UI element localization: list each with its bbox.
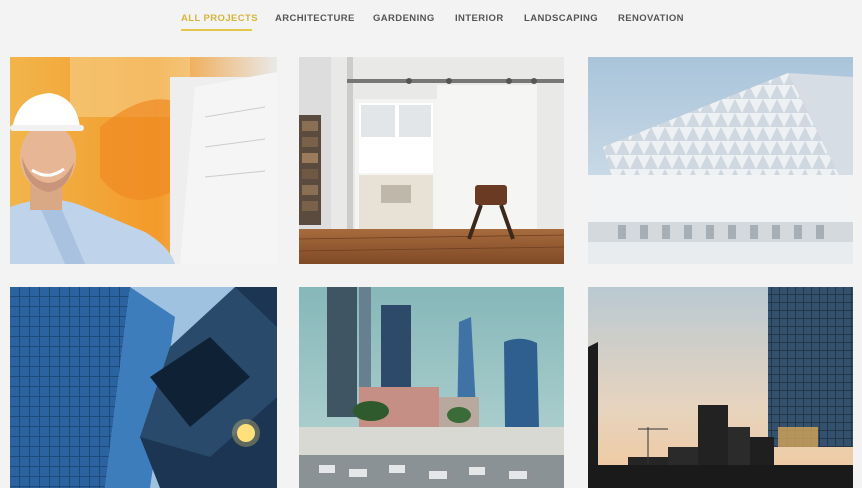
project-tile-modern-building[interactable] — [588, 57, 853, 264]
filter-all-projects[interactable]: ALL PROJECTS — [181, 13, 258, 24]
project-tile-interior[interactable] — [299, 57, 564, 264]
project-tile-engineer[interactable] — [10, 57, 277, 264]
filter-gardening[interactable]: GARDENING — [373, 13, 435, 24]
project-tile-skyline[interactable] — [299, 287, 564, 488]
project-filter-bar: ALL PROJECTS ARCHITECTURE GARDENING INTE… — [0, 0, 862, 44]
filter-architecture[interactable]: ARCHITECTURE — [275, 13, 355, 24]
skyline-image — [299, 287, 564, 488]
filter-renovation[interactable]: RENOVATION — [618, 13, 684, 24]
project-tile-glass-tower[interactable] — [10, 287, 277, 488]
interior-image — [299, 57, 564, 264]
active-filter-underline — [181, 29, 252, 31]
project-tile-sunset-city[interactable] — [588, 287, 853, 488]
glass-tower-image — [10, 287, 277, 488]
modern-building-image — [588, 57, 853, 264]
filter-landscaping[interactable]: LANDSCAPING — [524, 13, 598, 24]
filter-interior[interactable]: INTERIOR — [455, 13, 504, 24]
sunset-city-image — [588, 287, 853, 488]
engineer-image — [10, 57, 277, 264]
